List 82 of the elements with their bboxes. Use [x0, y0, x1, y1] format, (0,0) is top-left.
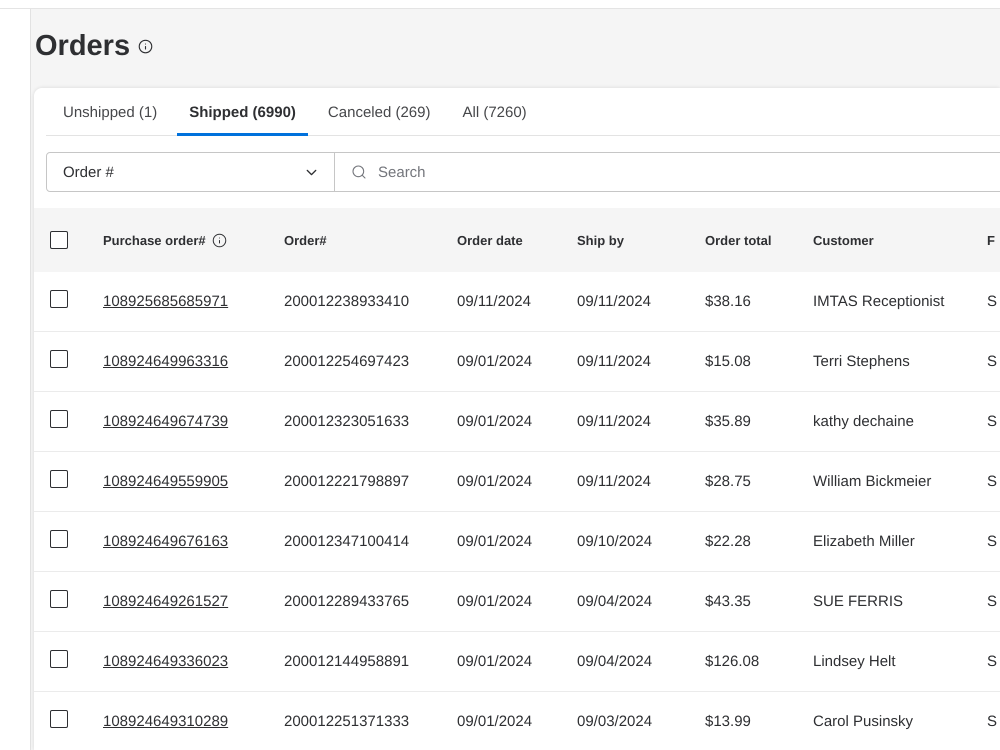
table-cell: 09/01/2024 [457, 533, 532, 550]
info-icon[interactable] [212, 232, 227, 248]
checkbox[interactable] [50, 590, 68, 608]
purchase-order-link[interactable]: 108925685685971 [103, 293, 228, 310]
tab[interactable]: Shipped (6990) [177, 88, 308, 136]
table-cell: 09/11/2024 [577, 473, 651, 490]
table-cell: SUE FERRIS [813, 593, 904, 610]
table-cell: 09/10/2024 [577, 533, 652, 550]
table-cell: S [987, 293, 998, 310]
table-cell: 200012254697423 [284, 353, 410, 370]
checkbox[interactable] [50, 530, 68, 548]
column-header: Ship by [577, 232, 624, 248]
table-cell: 200012347100414 [284, 533, 410, 550]
checkbox[interactable] [50, 290, 68, 308]
table-cell: 09/11/2024 [577, 293, 651, 310]
info-icon[interactable] [138, 39, 154, 54]
purchase-order-link[interactable]: 108924649676163 [103, 533, 228, 550]
table-cell: 09/04/2024 [577, 653, 652, 670]
search-icon [351, 164, 367, 180]
table-cell: kathy dechaine [813, 413, 914, 430]
order-field-dropdown[interactable]: Order # [46, 152, 335, 192]
table-cell: 09/01/2024 [457, 413, 532, 430]
table-cell: S [987, 413, 998, 430]
table-cell: $15.08 [705, 353, 751, 370]
table-cell: S [987, 533, 998, 550]
table-cell: 09/11/2024 [457, 293, 531, 310]
checkbox[interactable] [50, 650, 68, 668]
table-cell: 09/11/2024 [577, 413, 651, 430]
table-cell: Elizabeth Miller [813, 533, 915, 550]
column-header: F [987, 232, 995, 248]
table-cell: 09/01/2024 [457, 353, 532, 370]
purchase-order-link[interactable]: 108924649261527 [103, 593, 228, 610]
checkbox[interactable] [50, 350, 68, 368]
table-cell: $22.28 [705, 533, 751, 550]
table-cell: 200012144958891 [284, 653, 410, 670]
table-cell: $13.99 [705, 713, 751, 730]
tab[interactable]: All (7260) [450, 88, 539, 136]
column-header: Order# [284, 232, 327, 248]
table-cell: S [987, 353, 998, 370]
purchase-order-link[interactable]: 108924649310289 [103, 713, 228, 730]
tab[interactable]: Unshipped (1) [51, 88, 170, 136]
tab[interactable]: Canceled (269) [316, 88, 442, 136]
checkbox[interactable] [50, 470, 68, 488]
checkbox[interactable] [50, 710, 68, 728]
table-cell: 09/04/2024 [577, 593, 652, 610]
table-cell: $43.35 [705, 593, 751, 610]
table-cell: S [987, 653, 998, 670]
page-title: Orders [35, 30, 130, 63]
column-header: Order date [457, 232, 523, 248]
table-cell: S [987, 713, 998, 730]
table-cell: 200012221798897 [284, 473, 410, 490]
table-cell: 09/01/2024 [457, 713, 532, 730]
table-cell: William Bickmeier [813, 473, 932, 490]
table-cell: Terri Stephens [813, 353, 910, 370]
table-cell: 200012238933410 [284, 293, 410, 310]
column-header: Customer [813, 232, 874, 248]
table-cell: Lindsey Helt [813, 653, 896, 670]
column-header: Order total [705, 232, 772, 248]
checkbox[interactable] [50, 410, 68, 428]
table-cell: 200012251371333 [284, 713, 410, 730]
purchase-order-link[interactable]: 108924649963316 [103, 353, 228, 370]
table-cell: $35.89 [705, 413, 751, 430]
table-cell: 09/01/2024 [457, 593, 532, 610]
table-cell: 200012289433765 [284, 593, 410, 610]
table-cell: 09/01/2024 [457, 653, 532, 670]
table-cell: $126.08 [705, 653, 760, 670]
table-cell: 09/03/2024 [577, 713, 652, 730]
table-cell: $28.75 [705, 473, 751, 490]
table-cell: IMTAS Receptionist [813, 293, 944, 310]
purchase-order-link[interactable]: 108924649674739 [103, 413, 228, 430]
table-cell: 09/11/2024 [577, 353, 651, 370]
table-cell: S [987, 473, 998, 490]
table-cell: S [987, 593, 998, 610]
purchase-order-link[interactable]: 108924649559905 [103, 473, 228, 490]
table-cell: $38.16 [705, 293, 751, 310]
purchase-order-link[interactable]: 108924649336023 [103, 653, 228, 670]
search-field[interactable]: Search [335, 152, 1000, 192]
table-cell: Carol Pusinsky [813, 713, 914, 730]
table-cell: 200012323051633 [284, 413, 410, 430]
checkbox[interactable] [50, 231, 68, 249]
column-header: Purchase order# [103, 232, 206, 248]
table-cell: 09/01/2024 [457, 473, 532, 490]
